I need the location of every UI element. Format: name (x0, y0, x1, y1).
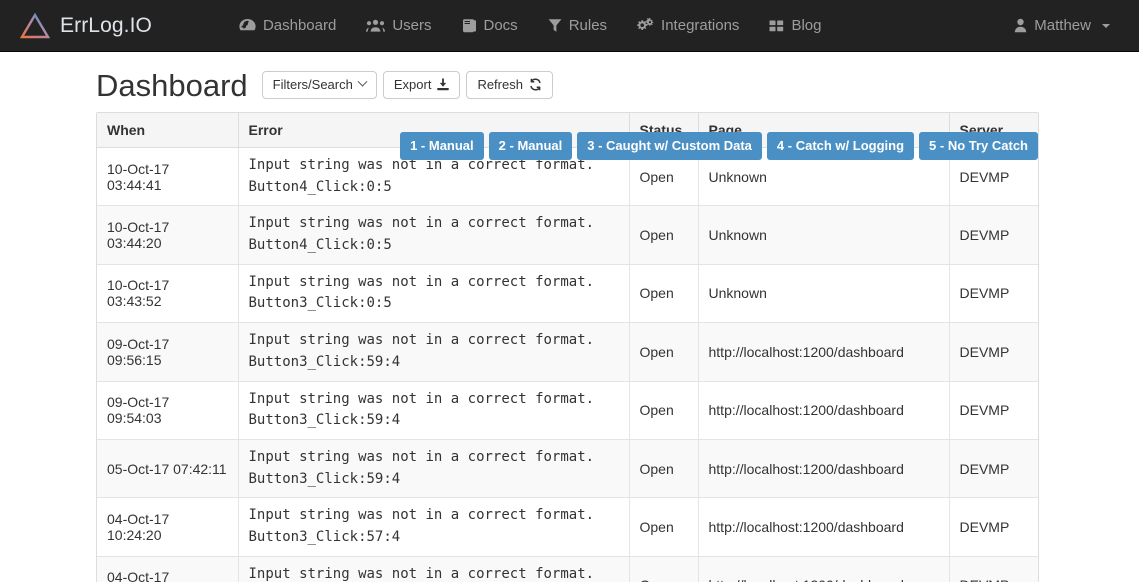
cell-error: Input string was not in a correct format… (238, 264, 630, 324)
page-header: Dashboard Filters/Search Export Refresh (0, 52, 1139, 102)
cell-page: http://localhost:1200/dashboard (698, 556, 950, 582)
cell-status: Open (629, 205, 699, 265)
cell-page: http://localhost:1200/dashboard (698, 381, 950, 440)
navbar-right: Matthew (999, 0, 1125, 52)
demo-button-5[interactable]: 5 - No Try Catch (919, 132, 1038, 160)
export-button[interactable]: Export (382, 70, 461, 100)
export-label: Export (393, 76, 432, 92)
cell-server: DEVMP (949, 264, 1038, 324)
cell-server: DEVMP (949, 439, 1038, 499)
table-row[interactable]: 04-Oct-17 10:24:04Input string was not i… (97, 556, 1038, 582)
users-icon (366, 18, 386, 33)
nav-item-label: Docs (483, 17, 518, 34)
cell-error: Input string was not in a correct format… (238, 381, 630, 440)
filters-search-button[interactable]: Filters/Search (261, 70, 377, 100)
cell-page: Unknown (698, 205, 950, 265)
nav-item-docs[interactable]: Docs (447, 0, 533, 52)
cell-page: http://localhost:1200/dashboard (698, 322, 950, 382)
cell-server: DEVMP (949, 556, 1038, 582)
demo-buttons-group: 1 - Manual 2 - Manual 3 - Caught w/ Cust… (400, 132, 1038, 160)
chevron-down-icon (1102, 23, 1110, 28)
filters-search-label: Filters/Search (272, 76, 353, 92)
triangle-logo-icon (20, 12, 50, 40)
cell-error: Input string was not in a correct format… (238, 556, 630, 582)
nav-links: Dashboard Users Docs Rules Integrations … (224, 0, 837, 52)
nav-item-rules[interactable]: Rules (533, 0, 622, 52)
filter-icon (548, 18, 562, 33)
cell-page: Unknown (698, 264, 950, 324)
nav-item-label: Rules (568, 17, 608, 34)
cell-when: 04-Oct-17 10:24:04 (97, 556, 239, 582)
demo-button-3[interactable]: 3 - Caught w/ Custom Data (577, 132, 762, 160)
cell-page: http://localhost:1200/dashboard (698, 439, 950, 499)
cell-server: DEVMP (949, 205, 1038, 265)
refresh-button[interactable]: Refresh (466, 70, 553, 100)
nav-item-integrations[interactable]: Integrations (622, 0, 754, 52)
user-menu-label: Matthew (1034, 17, 1091, 34)
nav-item-label: Dashboard (262, 17, 337, 34)
book-icon (462, 18, 477, 33)
nav-item-label: Blog (791, 17, 822, 34)
demo-button-2[interactable]: 2 - Manual (488, 132, 573, 160)
error-log-table-wrapper: When Error Status Page Server 10-Oct-17 … (96, 112, 1039, 582)
nav-item-users[interactable]: Users (351, 0, 446, 52)
cell-error: Input string was not in a correct format… (238, 439, 630, 499)
page-container: Dashboard Filters/Search Export Refresh (0, 52, 1139, 582)
cell-server: DEVMP (949, 497, 1038, 557)
user-icon (1014, 18, 1027, 33)
table-row[interactable]: 09-Oct-17 09:56:15 Input string was not i… (97, 322, 1038, 382)
download-icon (437, 78, 450, 91)
cell-when: 09-Oct-17 09:56:15 (97, 322, 239, 382)
brand-logo-link[interactable]: ErrLog.IO (0, 0, 168, 52)
column-header-when[interactable]: When (97, 113, 239, 148)
brand-name: ErrLog.IO (60, 14, 152, 37)
table-row[interactable]: 04-Oct-17 10:24:20 Input string was not i… (97, 497, 1038, 557)
cell-server: DEVMP (949, 322, 1038, 382)
refresh-icon (529, 78, 542, 92)
top-navbar: ErrLog.IO Dashboard Users Docs Rules Int… (0, 0, 1139, 52)
cell-when: 10-Oct-17 03:44:20 (97, 205, 239, 265)
cell-error: Input string was not in a correct format… (238, 322, 630, 382)
cell-error: Input string was not in a correct format… (238, 205, 630, 265)
cell-status: Open (629, 556, 699, 582)
demo-button-1[interactable]: 1 - Manual (400, 132, 484, 160)
cell-status: Open (629, 381, 699, 440)
grid-icon (769, 19, 784, 33)
page-title: Dashboard (96, 67, 248, 103)
cell-page: http://localhost:1200/dashboard (698, 497, 950, 557)
table-row[interactable]: 10-Oct-17 03:43:52 Input string was not i… (97, 264, 1038, 324)
cell-server: DEVMP (949, 381, 1038, 440)
gears-icon (637, 18, 654, 33)
demo-button-4[interactable]: 4 - Catch w/ Logging (766, 132, 915, 160)
error-log-table: When Error Status Page Server 10-Oct-17 … (97, 113, 1038, 582)
cell-when: 10-Oct-17 03:43:52 (97, 264, 239, 324)
table-row[interactable]: 10-Oct-17 03:44:20 Input string was not i… (97, 205, 1038, 265)
table-row[interactable]: 05-Oct-17 07:42:11 Input string was not i… (97, 439, 1038, 499)
nav-item-label: Integrations (661, 17, 740, 34)
nav-item-blog[interactable]: Blog (754, 0, 836, 52)
chevron-down-icon (357, 77, 368, 88)
cell-when: 10-Oct-17 03:44:41 (97, 147, 239, 207)
cell-when: 04-Oct-17 10:24:20 (97, 497, 239, 557)
table-body: 10-Oct-17 03:44:41 Input string was not i… (97, 147, 1038, 582)
cell-status: Open (629, 322, 699, 382)
cell-error: Input string was not in a correct format… (238, 497, 630, 557)
nav-item-label: Users (392, 17, 432, 34)
cell-status: Open (629, 264, 699, 324)
dashboard-icon (239, 18, 256, 33)
refresh-label: Refresh (477, 76, 523, 92)
cell-when: 09-Oct-17 09:54:03 (97, 381, 239, 440)
cell-status: Open (629, 439, 699, 499)
user-menu[interactable]: Matthew (999, 0, 1125, 52)
cell-when: 05-Oct-17 07:42:11 (97, 439, 239, 499)
cell-status: Open (629, 497, 699, 557)
nav-item-dashboard[interactable]: Dashboard (224, 0, 351, 52)
table-row[interactable]: 09-Oct-17 09:54:03 Input string was not i… (97, 381, 1038, 440)
